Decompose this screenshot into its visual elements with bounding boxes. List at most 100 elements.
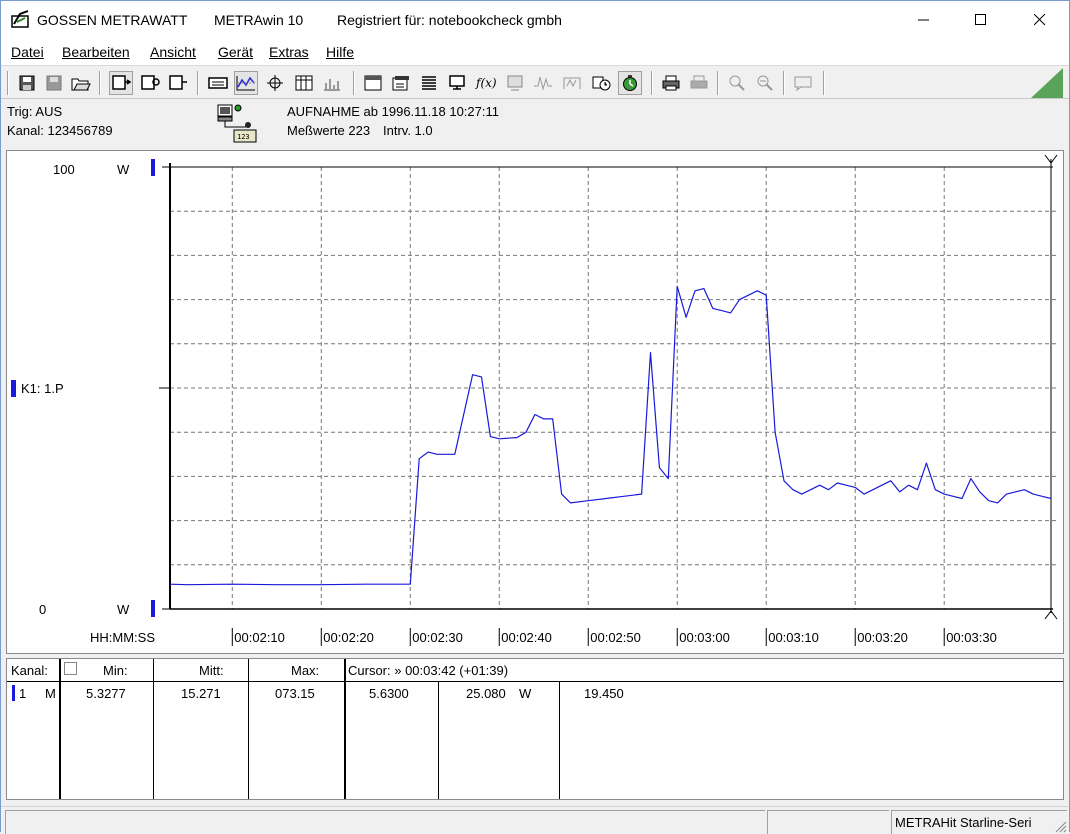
y-min-label: 0 bbox=[39, 602, 46, 617]
table-column-line bbox=[153, 659, 154, 799]
toolbar-separator bbox=[197, 71, 199, 95]
table-header-min: Min: bbox=[103, 663, 128, 678]
window-icon[interactable] bbox=[361, 71, 385, 95]
info-panel: Trig: AUS Kanal: 123456789 123 AUFNAHME … bbox=[1, 100, 1069, 148]
status-segment bbox=[5, 810, 765, 834]
channel-status: Kanal: 123456789 bbox=[7, 123, 113, 138]
table-icon[interactable] bbox=[292, 71, 316, 95]
open-folder-icon[interactable] bbox=[69, 71, 93, 95]
row-mitt: 15.271 bbox=[181, 686, 221, 701]
clock-settings-icon[interactable] bbox=[589, 71, 613, 95]
table-header-max: Max: bbox=[291, 663, 320, 678]
measurement-count: Meßwerte 223 bbox=[287, 123, 371, 138]
row-mode: M bbox=[45, 686, 56, 701]
row-unit: W bbox=[519, 686, 532, 701]
x-tick-label: 00:03:20 bbox=[857, 630, 908, 645]
table-column-line bbox=[559, 681, 560, 799]
y-bottom-marker[interactable] bbox=[151, 600, 155, 617]
waveform-icon[interactable] bbox=[531, 71, 555, 95]
x-tick-label: 00:02:10 bbox=[234, 630, 285, 645]
series-line-0 bbox=[169, 285, 1052, 586]
svg-text:123: 123 bbox=[237, 133, 250, 141]
menu-ansicht[interactable]: Ansicht bbox=[150, 44, 196, 60]
export-icon[interactable] bbox=[389, 71, 413, 95]
channel-label: K1: 1.P bbox=[21, 381, 64, 396]
x-tick-label: 00:02:20 bbox=[323, 630, 374, 645]
y-min-unit: W bbox=[117, 602, 130, 617]
zoom-out-icon[interactable] bbox=[753, 71, 777, 95]
table-column-line bbox=[59, 659, 61, 799]
plot-canvas[interactable]: 100 W 0 W K1: 1.P HH:MM:SS 00:02:10 00:02… bbox=[7, 151, 1063, 653]
app-window: GOSSEN METRAWATT METRAwin 10 Registriert… bbox=[0, 0, 1070, 834]
app-icon bbox=[11, 10, 29, 28]
toolbar-separator bbox=[651, 71, 653, 95]
close-button[interactable] bbox=[1011, 1, 1069, 39]
close-icon bbox=[1034, 14, 1046, 26]
save-icon[interactable] bbox=[15, 71, 39, 95]
table-header-kanal: Kanal: bbox=[11, 663, 48, 678]
print-icon[interactable] bbox=[659, 71, 683, 95]
toolbar: ƒ(x) bbox=[1, 65, 1069, 99]
table-column-line bbox=[344, 659, 346, 799]
menu-extras[interactable]: Extras bbox=[269, 44, 309, 60]
device-status: METRAHit Starline-Seri bbox=[895, 815, 1032, 830]
crosshair-icon[interactable] bbox=[263, 71, 287, 95]
table-column-line bbox=[248, 659, 249, 799]
help-icon[interactable] bbox=[791, 71, 815, 95]
device-settings-icon[interactable] bbox=[138, 71, 162, 95]
menu-datei[interactable]: Datei bbox=[11, 44, 44, 60]
signal-icon[interactable] bbox=[560, 71, 584, 95]
menu-bearbeiten[interactable]: Bearbeiten bbox=[62, 44, 130, 60]
display-icon[interactable] bbox=[503, 71, 527, 95]
row-min: 5.3277 bbox=[86, 686, 126, 701]
resize-grip-icon[interactable] bbox=[1053, 819, 1067, 833]
device-link-icon: 123 bbox=[217, 104, 257, 143]
minimize-button[interactable] bbox=[895, 1, 953, 39]
row-cursor-value: 5.6300 bbox=[369, 686, 409, 701]
stopwatch-icon[interactable] bbox=[618, 71, 642, 95]
x-tick-label: 00:03:10 bbox=[768, 630, 819, 645]
y-max-unit: W bbox=[117, 162, 130, 177]
monitor-icon[interactable] bbox=[445, 71, 469, 95]
x-tick-label: 00:03:00 bbox=[679, 630, 730, 645]
row-cursor-value-2: 25.080 bbox=[466, 686, 506, 701]
menu-hilfe[interactable]: Hilfe bbox=[326, 44, 354, 60]
device-read-icon[interactable] bbox=[166, 71, 190, 95]
row-channel: 1 bbox=[19, 686, 27, 701]
menu-bar: Datei Bearbeiten Ansicht Gerät Extras Hi… bbox=[1, 39, 1069, 65]
row-color-marker bbox=[12, 685, 15, 701]
zoom-in-icon[interactable] bbox=[725, 71, 749, 95]
interval-value: Intrv. 1.0 bbox=[383, 123, 433, 138]
toolbar-separator bbox=[783, 71, 785, 95]
plot-panel[interactable]: 100 W 0 W K1: 1.P HH:MM:SS 00:02:10 00:02… bbox=[6, 150, 1064, 654]
toolbar-separator bbox=[99, 71, 101, 95]
print-preview-icon[interactable] bbox=[687, 71, 711, 95]
x-axis-label: HH:MM:SS bbox=[90, 630, 155, 645]
table-select-checkbox[interactable] bbox=[64, 662, 77, 675]
row-extra: 19.450 bbox=[584, 686, 624, 701]
title-bar: GOSSEN METRAWATT METRAwin 10 Registriert… bbox=[1, 1, 1069, 39]
save-disabled-icon[interactable] bbox=[42, 71, 66, 95]
formula-icon[interactable]: ƒ(x) bbox=[474, 71, 498, 95]
svg-text:ƒ(x): ƒ(x) bbox=[475, 76, 497, 90]
x-tick-label: 00:02:40 bbox=[501, 630, 552, 645]
maximize-button[interactable] bbox=[952, 1, 1010, 39]
chart-line-icon[interactable] bbox=[234, 71, 258, 95]
x-tick-label: 00:02:50 bbox=[590, 630, 641, 645]
menu-geraet[interactable]: Gerät bbox=[218, 44, 253, 60]
device-connect-icon[interactable] bbox=[109, 71, 133, 95]
bar-chart-icon[interactable] bbox=[320, 71, 344, 95]
status-segment-device: METRAHit Starline-Seri bbox=[891, 810, 1067, 834]
list-icon[interactable] bbox=[417, 71, 441, 95]
keyboard-icon[interactable] bbox=[206, 71, 230, 95]
trigger-status: Trig: AUS bbox=[7, 104, 63, 119]
x-tick-label: 00:03:30 bbox=[946, 630, 997, 645]
toolbar-separator bbox=[353, 71, 355, 95]
table-column-line bbox=[438, 681, 439, 799]
y-max-label: 100 bbox=[53, 162, 75, 177]
resize-grip-icon bbox=[1031, 68, 1063, 98]
minimize-icon bbox=[918, 19, 929, 21]
channel-color-marker bbox=[11, 380, 16, 397]
table-header-cursor: Cursor: » 00:03:42 (+01:39) bbox=[348, 663, 509, 678]
y-top-marker[interactable] bbox=[151, 159, 155, 176]
